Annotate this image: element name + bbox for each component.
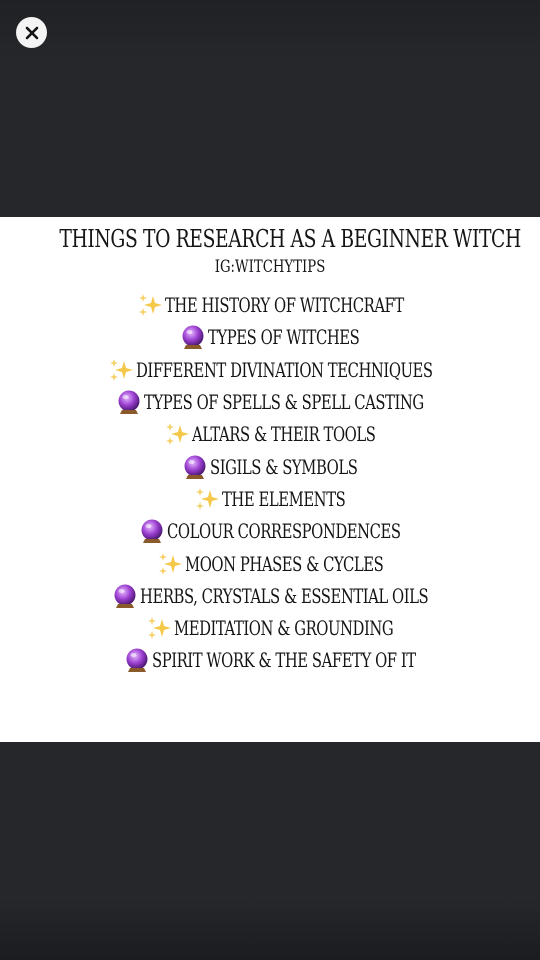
topic-item: TYPES OF SPELLS & SPELL CASTING <box>0 386 540 418</box>
topic-label: DIFFERENT DIVINATION TECHNIQUES <box>135 357 433 382</box>
topic-label: ALTARS & THEIR TOOLS <box>192 422 376 447</box>
crystal-ball-icon <box>182 454 208 480</box>
sparkles-icon <box>137 292 163 318</box>
photo-viewer: THINGS TO RESEARCH AS A BEGINNER WITCH I… <box>0 0 540 960</box>
topic-label: THE HISTORY OF WITCHCRAFT <box>164 293 404 318</box>
topic-label: SPIRIT WORK & THE SAFETY OF IT <box>152 648 416 673</box>
sparkles-icon <box>164 421 190 447</box>
shared-image[interactable]: THINGS TO RESEARCH AS A BEGINNER WITCH I… <box>0 217 540 742</box>
sparkles-icon <box>108 357 134 383</box>
topic-label: MOON PHASES & CYCLES <box>184 551 384 576</box>
topic-item: MOON PHASES & CYCLES <box>0 547 540 579</box>
topic-label: TYPES OF WITCHES <box>208 325 360 350</box>
topic-item: ALTARS & THEIR TOOLS <box>0 418 540 450</box>
topic-item: SPIRIT WORK & THE SAFETY OF IT <box>0 644 540 676</box>
close-icon <box>25 26 38 39</box>
topic-item: COLOUR CORRESPONDENCES <box>0 515 540 547</box>
topic-item: THE ELEMENTS <box>0 483 540 515</box>
sparkles-icon <box>194 486 220 512</box>
crystal-ball-icon <box>116 389 142 415</box>
topic-label: COLOUR CORRESPONDENCES <box>167 519 401 544</box>
sparkles-icon <box>146 615 172 641</box>
crystal-ball-icon <box>112 583 138 609</box>
topic-label: HERBS, CRYSTALS & ESSENTIAL OILS <box>139 583 429 608</box>
topic-label: THE ELEMENTS <box>222 486 346 511</box>
crystal-ball-icon <box>180 324 206 350</box>
topic-item: SIGILS & SYMBOLS <box>0 450 540 482</box>
sparkles-icon <box>157 551 183 577</box>
topic-label: SIGILS & SYMBOLS <box>210 454 358 479</box>
crystal-ball-icon <box>124 647 150 673</box>
topic-label: MEDITATION & GROUNDING <box>174 616 394 641</box>
topic-item: TYPES OF WITCHES <box>0 321 540 353</box>
image-title: THINGS TO RESEARCH AS A BEGINNER WITCH <box>59 225 521 253</box>
close-button[interactable] <box>16 17 47 48</box>
topic-label: TYPES OF SPELLS & SPELL CASTING <box>144 390 424 415</box>
topic-item: MEDITATION & GROUNDING <box>0 612 540 644</box>
topic-item: THE HISTORY OF WITCHCRAFT <box>0 289 540 321</box>
topic-item: DIFFERENT DIVINATION TECHNIQUES <box>0 354 540 386</box>
topic-list: THE HISTORY OF WITCHCRAFT TYPES OF WITCHE… <box>0 289 540 677</box>
image-handle: IG:WITCHYTIPS <box>214 257 326 277</box>
topic-item: HERBS, CRYSTALS & ESSENTIAL OILS <box>0 580 540 612</box>
crystal-ball-icon <box>139 518 165 544</box>
